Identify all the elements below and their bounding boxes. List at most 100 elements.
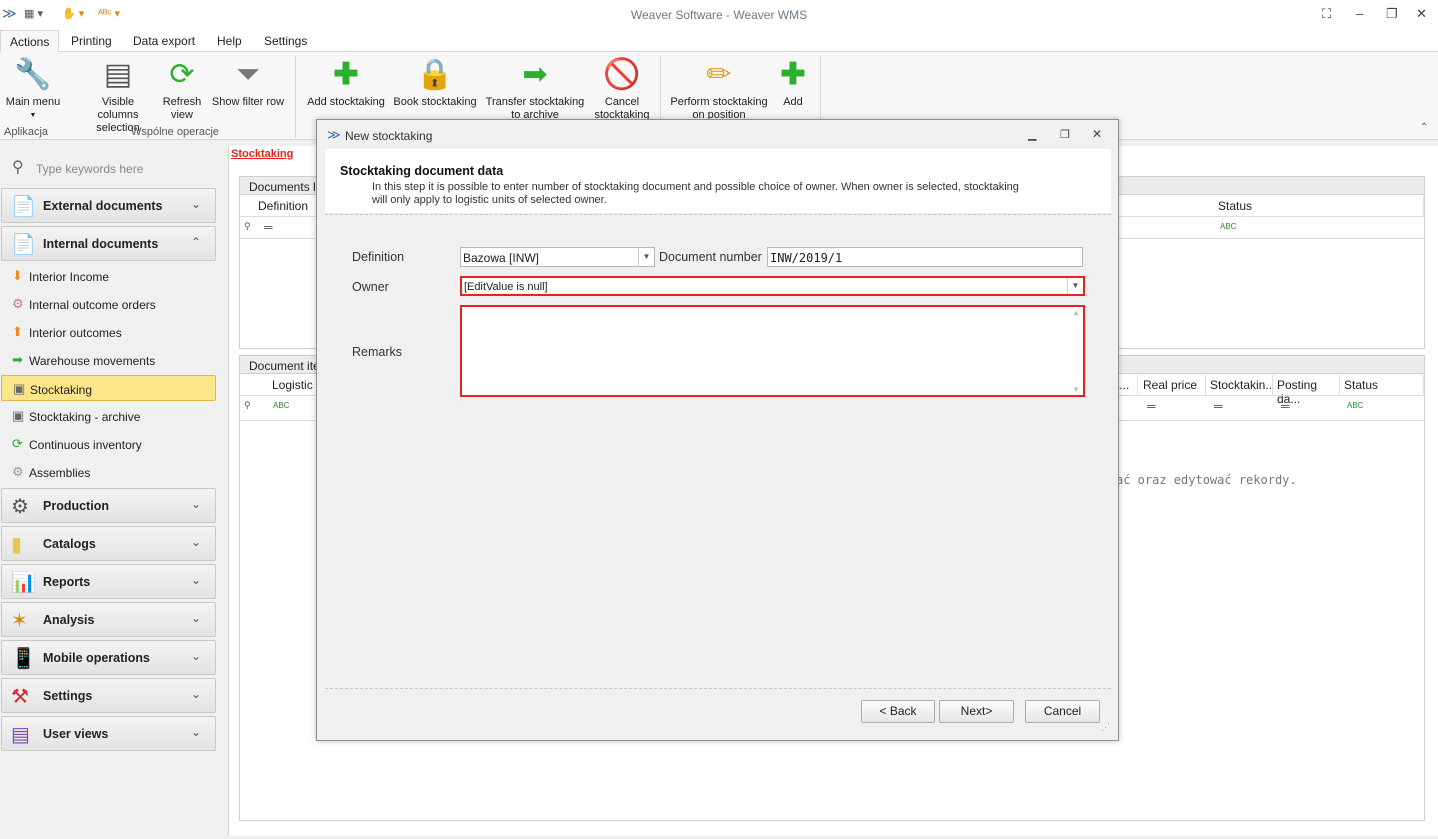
column-stocktaking[interactable]: Stocktakin... [1206, 375, 1275, 395]
title-bar: ≫ ▦ ▾ ✋ ▾ ᴬᴮᶜ ▾ Weaver Software - Weaver… [0, 0, 1438, 30]
search-input[interactable]: Type keywords here [36, 162, 143, 176]
next-button[interactable]: Next> [939, 700, 1014, 723]
phone-icon: 📱 [11, 648, 36, 670]
group-label-wspolne: Wspólne operacje [131, 126, 220, 138]
remarks-textarea[interactable]: ▲ ▼ [460, 305, 1085, 397]
analysis-icon: ✶ [11, 610, 28, 632]
filter-equals-icon[interactable]: ═ [1214, 399, 1223, 421]
main-menu-button[interactable]: 🔧 Main menu ▼ [4, 58, 62, 122]
sidebar-item-assemblies[interactable]: ⚙ Assemblies [1, 459, 216, 485]
tab-actions[interactable]: Actions [0, 30, 60, 53]
sidebar-item-interior-income[interactable]: ⬇ Interior Income [1, 263, 216, 289]
nav-group-catalogs[interactable]: ▮ Catalogs ⌄ [1, 526, 216, 561]
breadcrumb[interactable]: Stocktaking [231, 148, 293, 160]
nav-group-reports[interactable]: 📊 Reports ⌄ [1, 564, 216, 599]
new-stocktaking-dialog: ≫ New stocktaking ▁ ❐ ✕ Stocktaking docu… [316, 119, 1119, 741]
owner-value: [EditValue is null] [464, 281, 548, 293]
ribbon-separator [295, 56, 296, 138]
nav-group-mobile-operations[interactable]: 📱 Mobile operations ⌄ [1, 640, 216, 675]
app-logo-icon: ≫ [327, 127, 341, 142]
dialog-title: New stocktaking [345, 129, 433, 143]
minimize-button[interactable]: – [1356, 6, 1363, 21]
gear-icon: ⚙ [12, 464, 24, 479]
document-number-input[interactable]: INW/2019/1 [767, 247, 1083, 267]
column-status[interactable]: Status [1214, 196, 1424, 216]
chevron-down-icon[interactable]: ▼ [638, 248, 654, 266]
nav-group-production[interactable]: ⚙ Production ⌄ [1, 488, 216, 523]
dialog-description-line-1: In this step it is possible to enter num… [372, 181, 1019, 193]
nav-group-internal-documents[interactable]: 📄 Internal documents ⌃ [1, 226, 216, 261]
refresh-button[interactable]: ⟳ Refresh view [160, 58, 204, 122]
arrow-right-icon: ➡ [12, 352, 23, 367]
add-stocktaking-button[interactable]: ✚ Add stocktaking [305, 58, 387, 109]
column-definition[interactable]: Definition [254, 196, 318, 216]
owner-dropdown[interactable]: [EditValue is null] ▼ [460, 276, 1085, 296]
user-views-icon: ▤ [11, 724, 30, 746]
fullscreen-icon[interactable]: ⛶ [1322, 6, 1331, 22]
collapse-ribbon-icon[interactable]: ⌃ [1420, 122, 1428, 133]
column-real-price[interactable]: Real price [1139, 375, 1206, 395]
visible-columns-button[interactable]: ▤ Visible columns selection [80, 58, 156, 135]
scroll-down-icon[interactable]: ▼ [1072, 385, 1080, 394]
dialog-description-line-2: will only apply to logistic units of sel… [372, 194, 607, 206]
column-status[interactable]: Status [1340, 375, 1424, 395]
sidebar-item-stocktaking[interactable]: ▣ Stocktaking [1, 375, 216, 401]
filter-icon: ⏷ [236, 58, 260, 91]
pin-icon: ⚲ [244, 400, 251, 410]
main-menu-icon: 🔧 [14, 58, 52, 91]
close-button[interactable]: ✕ [1092, 127, 1102, 141]
sidebar-item-continuous-inventory[interactable]: ⟳ Continuous inventory [1, 431, 216, 457]
table-icon: ▤ [103, 58, 133, 91]
cancel-button[interactable]: Cancel [1025, 700, 1100, 723]
sidebar-item-internal-outcome-orders[interactable]: ⚙ Internal outcome orders [1, 291, 216, 317]
filter-text-icon[interactable]: ABC [1220, 222, 1236, 244]
header-divider [325, 214, 1111, 215]
nav-group-settings[interactable]: ⚒ Settings ⌄ [1, 678, 216, 713]
nav-group-external-documents[interactable]: 📄 External documents ⌄ [1, 188, 216, 223]
gear-icon: ⚙ [12, 296, 24, 311]
show-filter-row-button[interactable]: ⏷ Show filter row [210, 58, 286, 109]
minimize-button[interactable]: ▁ [1028, 128, 1036, 141]
ribbon-tabs: Actions Printing Data export Help Settin… [0, 30, 1438, 53]
back-button[interactable]: < Back [861, 700, 935, 723]
empty-grid-hint: ać oraz edytować rekordy. [1116, 473, 1297, 487]
sidebar-item-interior-outcomes[interactable]: ⬆ Interior outcomes [1, 319, 216, 345]
close-button[interactable]: ✕ [1416, 6, 1427, 22]
document-number-label: Document number [659, 250, 762, 264]
document-icon: 📄 [11, 196, 36, 218]
group-label-aplikacja: Aplikacja [4, 126, 49, 138]
plus-icon: ✚ [780, 58, 806, 91]
tab-data-export[interactable]: Data export [133, 34, 195, 48]
nav-group-user-views[interactable]: ▤ User views ⌄ [1, 716, 216, 751]
nav-group-analysis[interactable]: ✶ Analysis ⌄ [1, 602, 216, 637]
filter-equals-icon[interactable]: ═ [1281, 399, 1290, 421]
tab-printing[interactable]: Printing [71, 34, 112, 48]
scroll-up-icon[interactable]: ▲ [1072, 308, 1080, 317]
transfer-archive-button[interactable]: ➡ Transfer stocktaking to archive [484, 58, 586, 122]
add-button[interactable]: ✚ Add [774, 58, 812, 109]
pin-icon: ⚲ [244, 221, 251, 231]
chevron-down-icon: ⌄ [190, 497, 201, 511]
nav-search[interactable]: ⚲ Type keywords here [6, 154, 216, 180]
column-posting-date[interactable]: Posting da... [1273, 375, 1340, 406]
definition-dropdown[interactable]: Bazowa [INW] ▼ [460, 247, 655, 267]
chevron-down-icon: ⌄ [190, 535, 201, 549]
refresh-icon: ⟳ [169, 58, 195, 91]
resize-grip-icon[interactable]: ⋰ [1101, 722, 1110, 733]
cancel-icon: 🚫 [603, 58, 641, 91]
tab-settings[interactable]: Settings [264, 34, 307, 48]
archive-icon: ▣ [12, 408, 25, 423]
chevron-down-icon[interactable]: ▼ [1067, 278, 1083, 294]
sidebar-item-warehouse-movements[interactable]: ➡ Warehouse movements [1, 347, 216, 373]
restore-button[interactable]: ❐ [1060, 128, 1070, 141]
document-icon: 📄 [11, 234, 36, 256]
book-stocktaking-button[interactable]: 🔒 Book stocktaking [392, 58, 478, 109]
owner-label: Owner [352, 280, 389, 294]
perform-stocktaking-button[interactable]: ✏ Perform stocktaking on position [668, 58, 770, 122]
filter-equals-icon[interactable]: ═ [1147, 399, 1156, 421]
tab-help[interactable]: Help [217, 34, 242, 48]
restore-button[interactable]: ❐ [1386, 6, 1398, 22]
sidebar-item-stocktaking-archive[interactable]: ▣ Stocktaking - archive [1, 403, 216, 429]
bar-chart-icon: 📊 [11, 572, 36, 594]
cancel-stocktaking-button[interactable]: 🚫 Cancel stocktaking [590, 58, 654, 122]
